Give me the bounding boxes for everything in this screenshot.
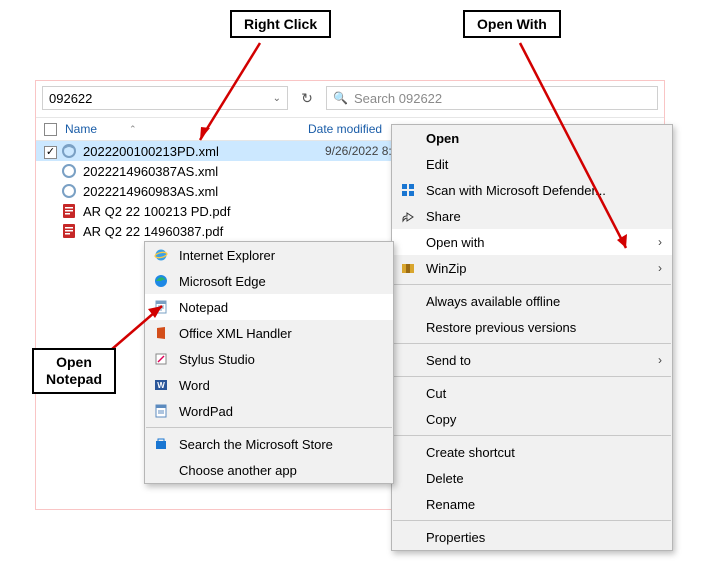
wordpad-icon [153,403,169,419]
openwith-edge[interactable]: Microsoft Edge [145,268,393,294]
xml-file-icon [61,183,77,199]
search-placeholder: Search 092622 [354,91,442,106]
shield-icon [400,182,416,198]
context-menu-openwith: Internet Explorer Microsoft Edge Notepad… [144,241,394,484]
refresh-button[interactable]: ↻ [294,86,320,110]
xml-file-icon [61,163,77,179]
file-name: 2022214960387AS.xml [83,164,218,179]
file-name: 2022214960983AS.xml [83,184,218,199]
store-icon [153,436,169,452]
pdf-file-icon [61,203,77,219]
share-icon [400,208,416,224]
pdf-file-icon [61,223,77,239]
ctx-create-shortcut[interactable]: Create shortcut [392,439,672,465]
openwith-search-store[interactable]: Search the Microsoft Store [145,431,393,457]
row-checkbox[interactable] [44,146,57,159]
address-value: 092622 [49,91,92,106]
annotation-right-click: Right Click [230,10,331,38]
ctx-edit[interactable]: Edit [392,151,672,177]
ctx-restore-versions[interactable]: Restore previous versions [392,314,672,340]
annotation-open-notepad: OpenNotepad [32,348,116,394]
openwith-stylus[interactable]: Stylus Studio [145,346,393,372]
annotation-open-with: Open With [463,10,561,38]
openwith-notepad[interactable]: Notepad [145,294,393,320]
sort-caret-icon: ⌃ [129,124,137,135]
file-name: 2022200100213PD.xml [83,144,219,159]
ctx-delete[interactable]: Delete [392,465,672,491]
svg-text:W: W [157,381,165,390]
chevron-right-icon: › [658,261,662,275]
winzip-icon [400,260,416,276]
openwith-choose-another[interactable]: Choose another app [145,457,393,483]
header-name[interactable]: Name ⌃ [36,122,304,136]
ctx-winzip[interactable]: WinZip › [392,255,672,281]
stylus-icon [153,351,169,367]
ctx-scan[interactable]: Scan with Microsoft Defender... [392,177,672,203]
edge-icon [153,273,169,289]
search-input[interactable]: 🔍 Search 092622 [326,86,658,110]
explorer-window: 092622 ⌄ ↻ 🔍 Search 092622 Name ⌃ Date m… [35,80,665,510]
office-icon [153,325,169,341]
ctx-properties[interactable]: Properties [392,524,672,550]
openwith-word[interactable]: W Word [145,372,393,398]
context-menu-main: Open Edit Scan with Microsoft Defender..… [391,124,673,551]
ctx-open-with[interactable]: Open with › [392,229,672,255]
chevron-down-icon[interactable]: ⌄ [273,93,281,104]
chevron-right-icon: › [658,353,662,367]
ctx-send-to[interactable]: Send to › [392,347,672,373]
file-name: AR Q2 22 100213 PD.pdf [83,204,230,219]
file-name: AR Q2 22 14960387.pdf [83,224,223,239]
ctx-open[interactable]: Open [392,125,672,151]
openwith-wordpad[interactable]: WordPad [145,398,393,424]
address-bar[interactable]: 092622 ⌄ [42,86,288,110]
ie-icon [153,247,169,263]
toolbar: 092622 ⌄ ↻ 🔍 Search 092622 [36,81,664,115]
openwith-ie[interactable]: Internet Explorer [145,242,393,268]
openwith-office-xml[interactable]: Office XML Handler [145,320,393,346]
ctx-always-offline[interactable]: Always available offline [392,288,672,314]
chevron-right-icon: › [658,235,662,249]
xml-file-icon [61,143,77,159]
select-all-checkbox[interactable] [44,123,57,136]
notepad-icon [153,299,169,315]
ctx-copy[interactable]: Copy [392,406,672,432]
search-icon: 🔍 [333,91,348,105]
ctx-cut[interactable]: Cut [392,380,672,406]
ctx-rename[interactable]: Rename [392,491,672,517]
word-icon: W [153,377,169,393]
ctx-share[interactable]: Share [392,203,672,229]
